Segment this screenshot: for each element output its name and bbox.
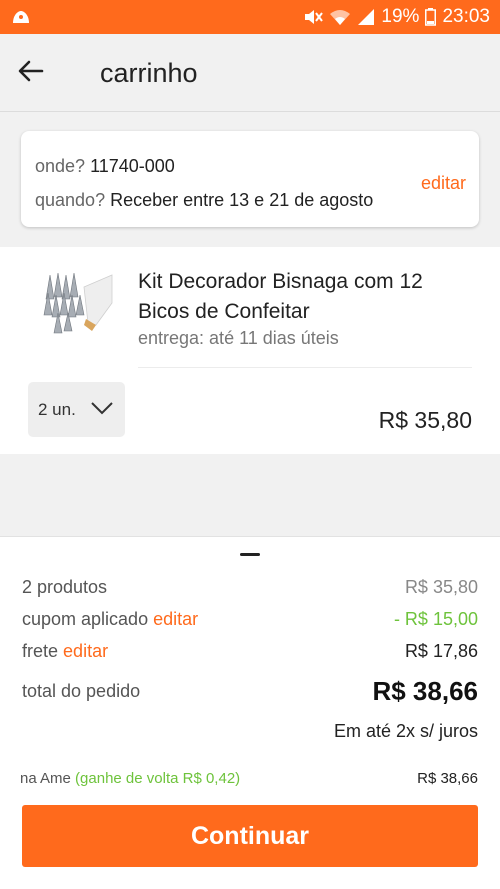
ame-value: R$ 38,66 — [417, 770, 478, 787]
coupon-label: cupom aplicado — [22, 609, 149, 629]
products-label: 2 produtos — [22, 577, 108, 597]
products-value: R$ 35,80 — [404, 577, 478, 597]
product-image[interactable] — [40, 269, 114, 337]
edit-shipping-link[interactable]: editar — [63, 641, 108, 661]
delivery-when: quando? Receber entre 13 e 21 de agosto — [35, 190, 373, 211]
app-notification-icon — [10, 7, 32, 27]
wifi-icon — [329, 8, 351, 26]
shipping-label: frete — [22, 641, 59, 661]
mute-icon — [303, 8, 324, 26]
when-label: quando? — [35, 190, 106, 210]
continue-button[interactable]: Continuar — [22, 805, 478, 867]
order-summary: 2 produtos R$ 35,80 cupom aplicado edita… — [0, 536, 500, 889]
total-label: total do pedido — [22, 681, 141, 701]
clock: 23:03 — [442, 6, 490, 27]
page-title: carrinho — [100, 58, 198, 88]
cart-item: Kit Decorador Bisnaga com 12 Bicos de Co… — [0, 247, 500, 454]
battery-icon — [425, 8, 437, 26]
app-bar: carrinho — [0, 34, 500, 112]
ame-label: na Ame — [20, 770, 71, 787]
installments-info: Em até 2x s/ juros — [333, 721, 478, 741]
ame-cashback: (ganhe de volta R$ 0,42) — [75, 770, 241, 787]
signal-icon — [357, 8, 375, 26]
divider — [138, 367, 472, 368]
when-value: Receber entre 13 e 21 de agosto — [110, 190, 374, 210]
battery-percent: 19% — [381, 6, 420, 27]
delivery-card: onde? 11740-000 quando? Receber entre 13… — [21, 131, 479, 227]
where-value: 11740-000 — [90, 156, 175, 176]
product-name[interactable]: Kit Decorador Bisnaga com 12 Bicos de Co… — [138, 267, 438, 327]
edit-coupon-link[interactable]: editar — [153, 609, 198, 629]
where-label: onde? — [35, 156, 86, 176]
product-price: R$ 35,80 — [378, 407, 472, 433]
quantity-value: 2 un. — [38, 399, 76, 419]
status-bar: 19% 23:03 — [0, 0, 500, 34]
product-delivery-time: entrega: até 11 dias úteis — [138, 328, 339, 348]
back-button[interactable] — [14, 56, 48, 90]
edit-delivery-link[interactable]: editar — [421, 173, 466, 194]
total-value: R$ 38,66 — [372, 676, 478, 706]
quantity-select[interactable]: 2 un. — [28, 382, 125, 437]
coupon-value: - R$ 15,00 — [393, 609, 478, 629]
chevron-down-icon — [90, 400, 114, 420]
drag-handle[interactable] — [240, 553, 260, 556]
arrow-left-icon — [18, 60, 44, 87]
shipping-value: R$ 17,86 — [404, 641, 478, 661]
delivery-where: onde? 11740-000 — [35, 156, 175, 177]
